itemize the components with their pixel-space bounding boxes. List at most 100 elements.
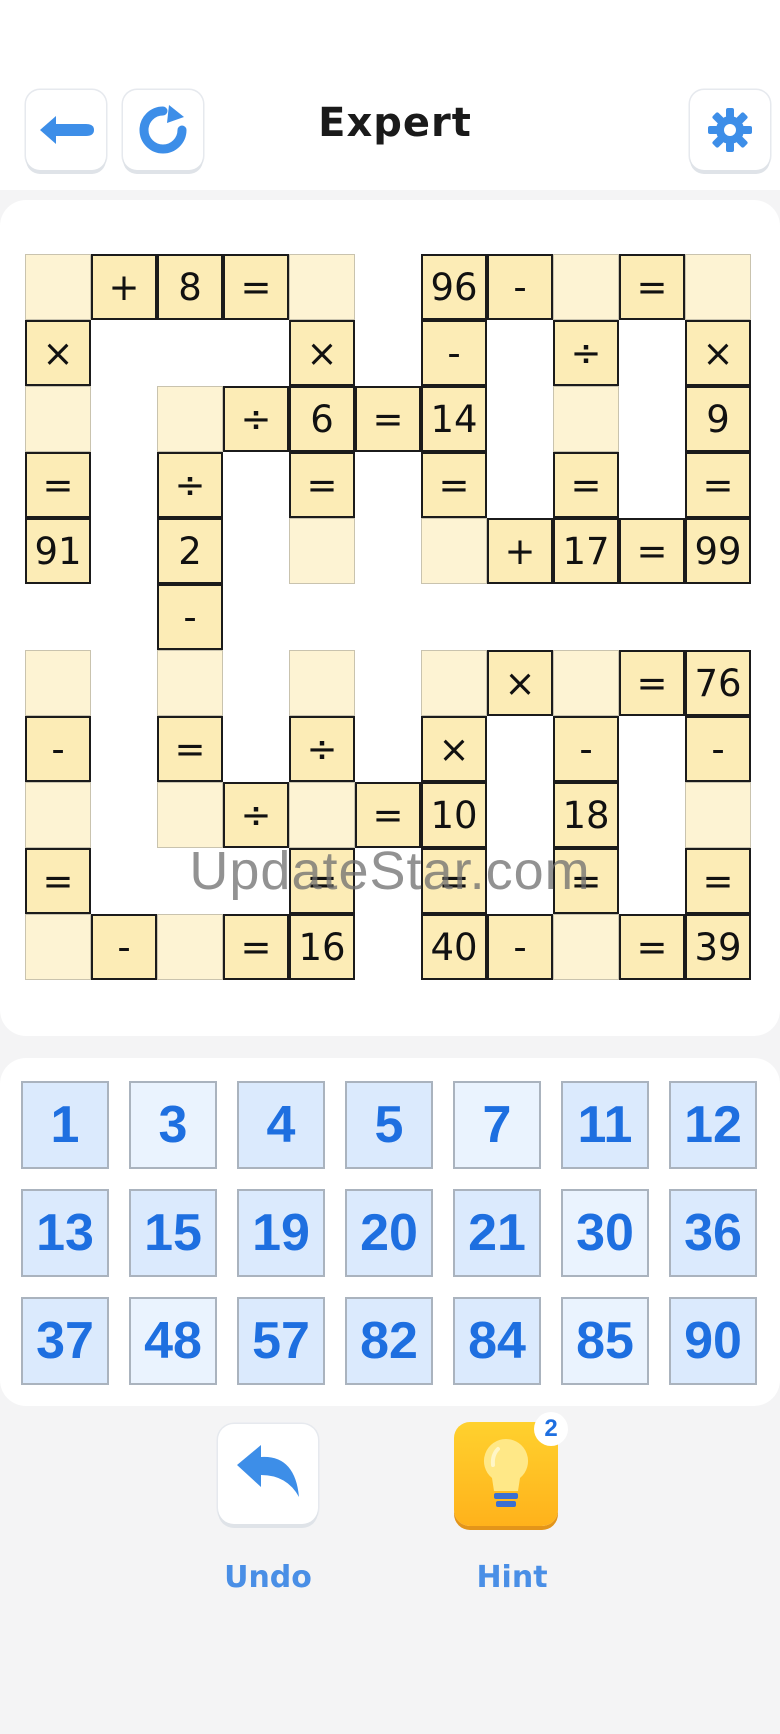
number-tile[interactable]: 4 <box>237 1081 325 1169</box>
number-cell: 40 <box>421 914 487 980</box>
empty-cell[interactable] <box>157 782 223 848</box>
operator-cell: = <box>157 716 223 782</box>
empty-cell[interactable] <box>25 254 91 320</box>
operator-cell: - <box>553 716 619 782</box>
operator-cell: + <box>487 518 553 584</box>
settings-button[interactable] <box>690 90 770 170</box>
number-tile[interactable]: 1 <box>21 1081 109 1169</box>
empty-cell[interactable] <box>157 650 223 716</box>
number-tile[interactable]: 15 <box>129 1189 217 1277</box>
empty-cell[interactable] <box>25 782 91 848</box>
operator-cell: = <box>619 650 685 716</box>
operator-cell: = <box>553 848 619 914</box>
number-cell: 39 <box>685 914 751 980</box>
operator-cell: = <box>421 452 487 518</box>
empty-cell[interactable] <box>685 254 751 320</box>
operator-cell: = <box>553 452 619 518</box>
number-cell: 2 <box>157 518 223 584</box>
operator-cell: × <box>25 320 91 386</box>
empty-cell[interactable] <box>289 650 355 716</box>
empty-cell[interactable] <box>553 386 619 452</box>
operator-cell: ÷ <box>157 452 223 518</box>
operator-cell: = <box>25 452 91 518</box>
number-cell: 17 <box>553 518 619 584</box>
operator-cell: + <box>91 254 157 320</box>
number-tile[interactable]: 84 <box>453 1297 541 1385</box>
empty-cell[interactable] <box>25 914 91 980</box>
empty-cell[interactable] <box>553 650 619 716</box>
empty-cell[interactable] <box>421 518 487 584</box>
operator-cell: = <box>223 914 289 980</box>
operator-cell: - <box>421 320 487 386</box>
empty-cell[interactable] <box>421 650 487 716</box>
operator-cell: = <box>685 848 751 914</box>
number-cell: 76 <box>685 650 751 716</box>
empty-cell[interactable] <box>25 386 91 452</box>
operator-cell: = <box>619 254 685 320</box>
number-cell: 16 <box>289 914 355 980</box>
number-tile[interactable]: 11 <box>561 1081 649 1169</box>
empty-cell[interactable] <box>289 782 355 848</box>
operator-cell: = <box>289 452 355 518</box>
operator-cell: - <box>487 914 553 980</box>
undo-button[interactable] <box>218 1424 318 1524</box>
hint-count-badge: 2 <box>534 1412 568 1446</box>
operator-cell: = <box>223 254 289 320</box>
undo-arrow-icon <box>237 1445 299 1497</box>
number-tile[interactable]: 21 <box>453 1189 541 1277</box>
operator-cell: = <box>355 386 421 452</box>
number-tile[interactable]: 12 <box>669 1081 757 1169</box>
number-cell: 9 <box>685 386 751 452</box>
number-cell: 8 <box>157 254 223 320</box>
empty-cell[interactable] <box>553 254 619 320</box>
number-cell: 6 <box>289 386 355 452</box>
lightbulb-icon <box>483 1439 529 1507</box>
number-tile[interactable]: 37 <box>21 1297 109 1385</box>
operator-cell: = <box>685 452 751 518</box>
operator-cell: × <box>421 716 487 782</box>
number-tile[interactable]: 13 <box>21 1189 109 1277</box>
operator-cell: = <box>619 518 685 584</box>
number-tile[interactable]: 3 <box>129 1081 217 1169</box>
hint-label: Hint <box>476 1560 548 1595</box>
number-cell: 91 <box>25 518 91 584</box>
puzzle-board: +8 = 96- = × × - ÷ × ÷ 6 = 14 9 = ÷ = = = = 91 2 +17 = 99- × = 76- =… <box>25 254 755 984</box>
operator-cell: × <box>685 320 751 386</box>
number-cell: 99 <box>685 518 751 584</box>
empty-cell[interactable] <box>157 386 223 452</box>
number-tile[interactable]: 19 <box>237 1189 325 1277</box>
empty-cell[interactable] <box>685 782 751 848</box>
number-tile[interactable]: 7 <box>453 1081 541 1169</box>
operator-cell: = <box>421 848 487 914</box>
top-bar: Expert <box>0 0 780 190</box>
gear-icon <box>708 108 752 152</box>
number-cell: 14 <box>421 386 487 452</box>
operator-cell: - <box>91 914 157 980</box>
number-tile[interactable]: 85 <box>561 1297 649 1385</box>
operator-cell: = <box>289 848 355 914</box>
operator-cell: ÷ <box>223 782 289 848</box>
operator-cell: - <box>157 584 223 650</box>
number-tile[interactable]: 57 <box>237 1297 325 1385</box>
empty-cell[interactable] <box>553 914 619 980</box>
empty-cell[interactable] <box>289 518 355 584</box>
operator-cell: - <box>685 716 751 782</box>
number-tile[interactable]: 82 <box>345 1297 433 1385</box>
number-tile[interactable]: 5 <box>345 1081 433 1169</box>
number-tile[interactable]: 30 <box>561 1189 649 1277</box>
operator-cell: = <box>25 848 91 914</box>
number-tile[interactable]: 90 <box>669 1297 757 1385</box>
operator-cell: = <box>619 914 685 980</box>
empty-cell[interactable] <box>289 254 355 320</box>
number-cell: 10 <box>421 782 487 848</box>
number-tile[interactable]: 36 <box>669 1189 757 1277</box>
number-tile[interactable]: 48 <box>129 1297 217 1385</box>
operator-cell: - <box>25 716 91 782</box>
empty-cell[interactable] <box>25 650 91 716</box>
operator-cell: ÷ <box>289 716 355 782</box>
operator-cell: - <box>487 254 553 320</box>
number-tile[interactable]: 20 <box>345 1189 433 1277</box>
operator-cell: ÷ <box>553 320 619 386</box>
operator-cell: × <box>289 320 355 386</box>
empty-cell[interactable] <box>157 914 223 980</box>
